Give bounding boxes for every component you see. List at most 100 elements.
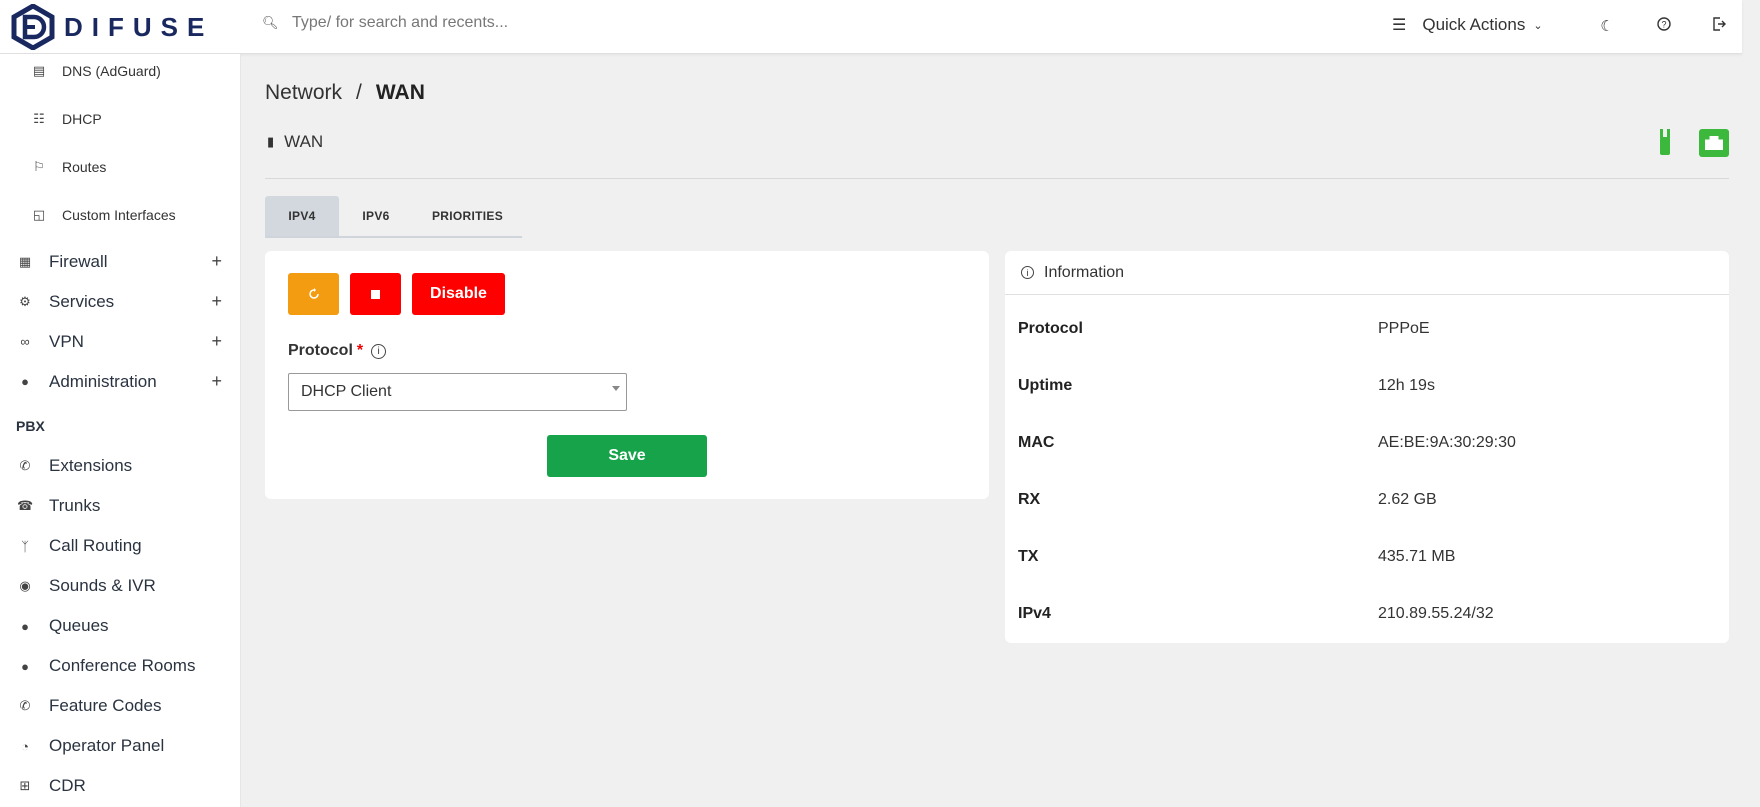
sidebar-item-feature-codes[interactable]: ✆ Feature Codes	[17, 696, 222, 716]
sidebar-group-vpn[interactable]: ∞ VPN +	[17, 331, 222, 352]
info-key: Protocol	[1018, 320, 1083, 337]
sidebar-item-call-routing[interactable]: ᛉ Call Routing	[17, 536, 222, 556]
save-button[interactable]: Save	[547, 435, 707, 477]
firewall-icon: ▦	[18, 253, 32, 269]
sidebar: ▤ DNS (AdGuard) ☷ DHCP ⚐ Routes ◱ Custom…	[0, 54, 241, 807]
trunks-icon: ☎	[17, 498, 34, 513]
sidebar-item-label: Custom Interfaces	[62, 207, 176, 223]
call-routing-icon: ᛉ	[21, 538, 29, 554]
custom-interface-icon: ◱	[32, 207, 46, 222]
sidebar-item-label: Feature Codes	[49, 696, 162, 715]
quick-actions-label: Quick Actions	[1422, 15, 1526, 34]
phone-forward-icon: ✆	[19, 698, 31, 713]
info-value: 210.89.55.24/32	[1378, 605, 1494, 622]
sidebar-item-label: Trunks	[49, 496, 101, 515]
sidebar-item-label: Sounds & IVR	[49, 576, 156, 595]
sidebar-group-administration[interactable]: ● Administration +	[17, 371, 222, 392]
info-value: PPPoE	[1378, 320, 1430, 337]
difuse-logo-icon	[11, 4, 55, 50]
sidebar-item-routes[interactable]: ⚐ Routes	[30, 159, 106, 175]
sidebar-item-label: Extensions	[49, 456, 133, 475]
sidebar-item-label: Conference Rooms	[49, 656, 196, 675]
sidebar-item-trunks[interactable]: ☎ Trunks	[17, 496, 222, 516]
info-value: 12h 19s	[1378, 377, 1435, 394]
expand-plus-icon[interactable]: +	[211, 251, 222, 272]
stop-icon	[371, 289, 380, 299]
dns-server-icon: ▤	[32, 63, 46, 78]
brand-logo[interactable]: DIFUSE	[10, 4, 213, 50]
breadcrumb-current: WAN	[375, 81, 425, 104]
sidebar-item-label: Routes	[62, 159, 107, 175]
expand-plus-icon[interactable]: +	[211, 331, 222, 352]
help-icon[interactable]: ?	[1654, 17, 1674, 35]
tab-ipv4[interactable]: IPV4	[265, 196, 339, 236]
info-key: Uptime	[1018, 377, 1073, 394]
info-row-ipv4: IPv4 210.89.55.24/32	[1018, 605, 1718, 623]
breadcrumb: Network / WAN	[265, 81, 425, 105]
sidebar-item-dns-adguard[interactable]: ▤ DNS (AdGuard)	[30, 63, 161, 79]
dhcp-icon: ☷	[33, 111, 45, 126]
information-card: i Information Protocol PPPoE Uptime 12h …	[1005, 251, 1729, 643]
quick-actions-button[interactable]: ☰ Quick Actions ⌄	[1392, 15, 1543, 35]
tab-ipv6[interactable]: IPV6	[339, 196, 413, 236]
phone-icon: ✆	[19, 458, 31, 473]
admin-user-icon: ●	[21, 374, 29, 389]
protocol-select[interactable]: DHCP Client	[288, 373, 627, 411]
sidebar-item-queues[interactable]: ● Queues	[17, 616, 222, 636]
info-key: RX	[1018, 491, 1041, 508]
sidebar-item-label: Call Routing	[49, 536, 142, 555]
expand-plus-icon[interactable]: +	[211, 291, 222, 312]
main-content: Network / WAN ▮ WAN IPV4 IPV6 PRIORITIES D…	[242, 54, 1742, 807]
dropdown-arrow-icon	[612, 386, 620, 391]
sidebar-item-operator-panel[interactable]: ◔ Operator Panel	[17, 736, 222, 756]
signpost-icon: ⚐	[33, 159, 45, 174]
dark-mode-moon-icon[interactable]: ☾	[1597, 17, 1617, 35]
tab-priorities[interactable]: PRIORITIES	[413, 196, 522, 236]
info-icon[interactable]: i	[371, 343, 387, 359]
sidebar-item-label: Operator Panel	[49, 736, 165, 755]
info-key: TX	[1018, 548, 1039, 565]
section-heading-pbx: PBX	[16, 418, 45, 434]
sidebar-item-label: CDR	[49, 776, 86, 795]
sidebar-item-label: VPN	[49, 331, 84, 351]
sidebar-item-extensions[interactable]: ✆ Extensions	[17, 456, 222, 476]
sidebar-group-firewall[interactable]: ▦ Firewall +	[17, 251, 222, 272]
breadcrumb-parent[interactable]: Network	[265, 81, 342, 104]
sidebar-item-label: Administration	[49, 371, 157, 391]
info-value: 435.71 MB	[1378, 548, 1456, 565]
top-bar: DIFUSE 🔍︎ ☰ Quick Actions ⌄ ☾ ?	[0, 0, 1742, 54]
sidebar-item-custom-interfaces[interactable]: ◱ Custom Interfaces	[30, 207, 176, 223]
sidebar-item-dhcp[interactable]: ☷ DHCP	[30, 111, 102, 127]
cable-plug-connected-icon	[1659, 129, 1671, 157]
search-input[interactable]	[292, 14, 672, 32]
sidebar-item-label: Queues	[49, 616, 109, 635]
table-icon: ⊞	[19, 778, 31, 793]
services-icon: ⚙	[19, 293, 31, 309]
sidebar-group-services[interactable]: ⚙ Services +	[17, 291, 222, 312]
sidebar-item-label: DNS (AdGuard)	[62, 63, 161, 79]
logout-icon[interactable]	[1709, 17, 1729, 35]
disable-button[interactable]: Disable	[412, 273, 505, 315]
info-value: 2.62 GB	[1378, 491, 1437, 508]
camera-icon: ◔	[21, 738, 29, 754]
protocol-select-value: DHCP Client	[301, 383, 392, 400]
svg-text:?: ?	[1661, 20, 1666, 30]
expand-plus-icon[interactable]: +	[211, 371, 222, 392]
stop-button[interactable]	[350, 273, 401, 315]
person-icon: ●	[21, 618, 29, 634]
info-row-protocol: Protocol PPPoE	[1018, 320, 1718, 338]
interface-header: ▮ WAN	[267, 132, 323, 152]
global-search[interactable]: 🔍︎	[262, 14, 672, 32]
restart-button[interactable]	[288, 273, 339, 315]
information-title: Information	[1044, 263, 1125, 281]
interface-status	[1659, 129, 1729, 157]
protocol-tabs: IPV4 IPV6 PRIORITIES	[265, 196, 522, 238]
group-icon: ●​	[21, 658, 29, 674]
sidebar-item-cdr[interactable]: ⊞ CDR	[17, 776, 222, 796]
info-value: AE:BE:9A:30:29:30	[1378, 434, 1516, 451]
info-circle-icon: i	[1021, 266, 1034, 279]
sidebar-item-conference-rooms[interactable]: ●​ Conference Rooms	[17, 656, 222, 676]
header-divider	[265, 178, 1729, 179]
sidebar-item-sounds-ivr[interactable]: ◉ Sounds & IVR	[17, 576, 222, 596]
required-mark: *	[356, 342, 364, 359]
